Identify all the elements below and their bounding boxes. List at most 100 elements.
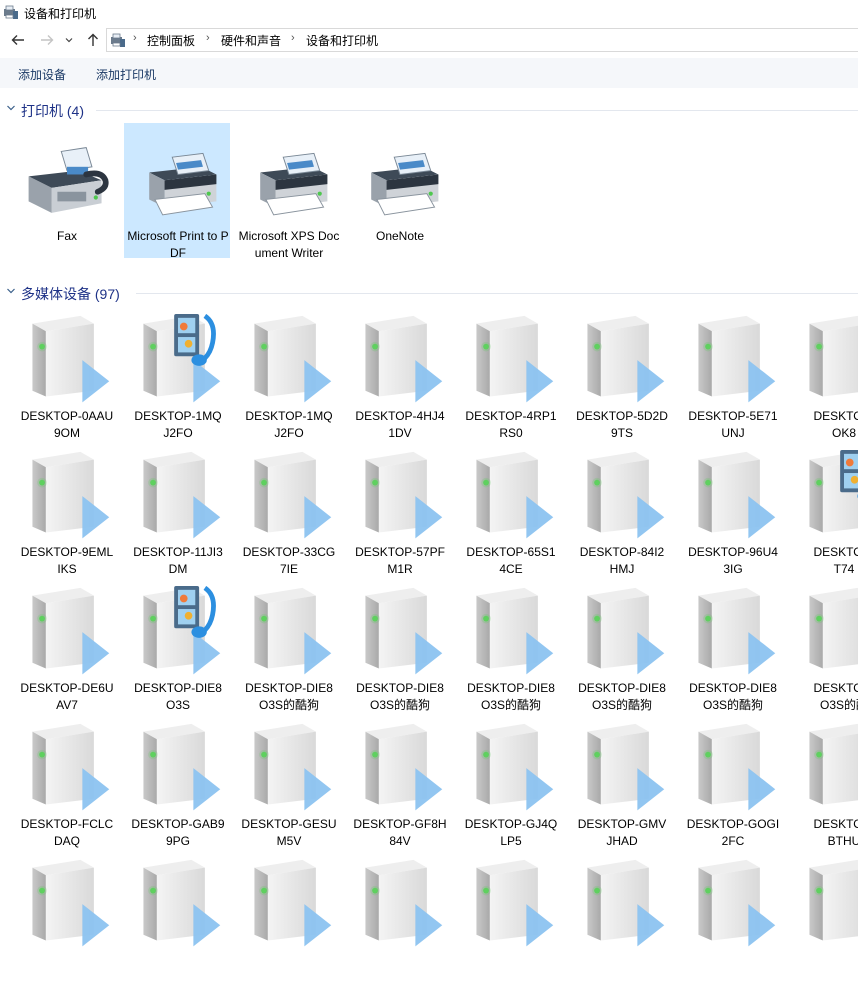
- play-icon: [637, 360, 665, 403]
- media-device-item[interactable]: [680, 858, 786, 988]
- printer-item[interactable]: Fax: [14, 130, 120, 270]
- media-server-icon: [476, 451, 554, 539]
- multimedia-group-header[interactable]: 多媒体设备 (97): [0, 283, 858, 303]
- device-label: DESKTOP-DE6U AV7: [20, 681, 114, 712]
- play-icon: [637, 768, 665, 811]
- media-device-item[interactable]: DESKTOP-0AAU 9OM: [14, 314, 120, 444]
- play-icon: [748, 360, 776, 403]
- media-device-item[interactable]: DESKTOP- BTHU: [791, 722, 858, 852]
- media-device-item[interactable]: [236, 858, 342, 988]
- play-icon: [526, 632, 554, 675]
- media-device-item[interactable]: DESKTOP-GJ4Q LP5: [458, 722, 564, 852]
- media-device-item[interactable]: DESKTOP-GF8H 84V: [347, 722, 453, 852]
- play-icon: [748, 904, 776, 947]
- media-device-item[interactable]: DESKTOP-DIE8 O3S的酷狗: [569, 586, 675, 716]
- chevron-down-icon[interactable]: [6, 103, 16, 113]
- breadcrumb-hardware-sound[interactable]: 硬件和声音: [221, 32, 281, 49]
- media-server-icon: [143, 451, 221, 539]
- printers-group-header[interactable]: 打印机 (4): [0, 100, 858, 120]
- media-device-item[interactable]: DESKTOP-96U4 3IG: [680, 450, 786, 580]
- media-device-item[interactable]: DESKTOP-1MQ J2FO: [125, 314, 231, 444]
- media-device-item[interactable]: DESKTOP-GAB9 9PG: [125, 722, 231, 852]
- back-button[interactable]: [8, 30, 28, 50]
- media-device-item[interactable]: DESKTOP-GESU M5V: [236, 722, 342, 852]
- recent-locations-button[interactable]: [62, 30, 76, 50]
- device-label: DESKTOP-33CG 7IE: [242, 545, 336, 576]
- media-device-item[interactable]: DESKTOP-4HJ4 1DV: [347, 314, 453, 444]
- printer-item[interactable]: Microsoft Print to PDF: [124, 123, 231, 270]
- chevron-right-icon[interactable]: ›: [206, 32, 210, 44]
- add-printer-button[interactable]: 添加打印机: [96, 66, 156, 83]
- device-label: DESKTOP-GF8H 84V: [353, 817, 447, 848]
- fax-icon: [28, 147, 109, 213]
- add-device-button[interactable]: 添加设备: [18, 66, 66, 83]
- play-icon: [748, 496, 776, 539]
- media-device-item[interactable]: [347, 858, 453, 988]
- group-divider: [136, 293, 858, 294]
- media-device-item[interactable]: DESKTOP-65S1 4CE: [458, 450, 564, 580]
- media-device-item[interactable]: DESKTOP-DIE8 O3S的酷狗: [236, 586, 342, 716]
- media-device-item[interactable]: DESKTOP-DIE8 O3S: [125, 586, 231, 716]
- chevron-down-icon[interactable]: [6, 286, 16, 296]
- device-label: DESKTOP-GJ4Q LP5: [464, 817, 558, 848]
- command-bar: 添加设备 添加打印机: [0, 58, 858, 88]
- media-device-item[interactable]: DESKTOP-4RP1 RS0: [458, 314, 564, 444]
- printer-item[interactable]: OneNote: [347, 130, 453, 270]
- media-device-item[interactable]: DESKTOP-5D2D 9TS: [569, 314, 675, 444]
- media-device-item[interactable]: DESKTOP-GMV JHAD: [569, 722, 675, 852]
- media-device-item[interactable]: DESKTOP-1MQ J2FO: [236, 314, 342, 444]
- media-device-item[interactable]: [125, 858, 231, 988]
- media-device-item[interactable]: DESKTOP-84I2 HMJ: [569, 450, 675, 580]
- breadcrumb-control-panel[interactable]: 控制面板: [147, 32, 195, 49]
- media-device-item[interactable]: DESKTOP- T74: [791, 450, 858, 580]
- media-device-item[interactable]: DESKTOP- O3S的酷: [791, 586, 858, 716]
- chevron-right-icon[interactable]: ›: [291, 32, 295, 44]
- media-device-item[interactable]: DESKTOP-5E71 UNJ: [680, 314, 786, 444]
- chevron-down-icon: [65, 38, 73, 43]
- media-device-item[interactable]: DESKTOP-9EML IKS: [14, 450, 120, 580]
- media-device-item[interactable]: DESKTOP-33CG 7IE: [236, 450, 342, 580]
- printer-item[interactable]: Microsoft XPS Document Writer: [236, 130, 342, 270]
- media-device-item[interactable]: DESKTOP-FCLC DAQ: [14, 722, 120, 852]
- media-server-icon: [809, 587, 858, 669]
- media-device-item[interactable]: DESKTOP- OK8: [791, 314, 858, 444]
- media-server-icon: [587, 723, 665, 811]
- device-label: DESKTOP-1MQ J2FO: [134, 409, 222, 440]
- device-label: DESKTOP- T74: [813, 545, 858, 576]
- device-label: DESKTOP-4HJ4 1DV: [355, 409, 445, 440]
- play-icon: [748, 632, 776, 675]
- media-device-item[interactable]: DESKTOP-11JI3 DM: [125, 450, 231, 580]
- device-label: DESKTOP-9EML IKS: [20, 545, 114, 576]
- device-label: DESKTOP-1MQ J2FO: [245, 409, 333, 440]
- media-server-icon: [143, 723, 221, 811]
- play-icon: [82, 632, 110, 675]
- device-label: DESKTOP-DIE8 O3S的酷狗: [467, 681, 555, 712]
- navigation-bar: › 控制面板 › 硬件和声音 › 设备和打印机: [0, 26, 858, 54]
- media-device-item[interactable]: [569, 858, 675, 988]
- window-title: 设备和打印机: [24, 7, 97, 21]
- breadcrumb-devices-printers[interactable]: 设备和打印机: [306, 32, 378, 49]
- media-server-icon: [698, 315, 776, 403]
- printer-icon: [149, 152, 217, 216]
- chevron-right-icon[interactable]: ›: [133, 32, 137, 44]
- media-server-icon: [254, 315, 332, 403]
- media-device-item[interactable]: DESKTOP-DIE8 O3S的酷狗: [458, 586, 564, 716]
- play-icon: [304, 768, 332, 811]
- media-device-item[interactable]: DESKTOP-DIE8 O3S的酷狗: [347, 586, 453, 716]
- address-bar[interactable]: › 控制面板 › 硬件和声音 › 设备和打印机: [106, 28, 858, 52]
- group-divider: [96, 110, 858, 111]
- media-device-item[interactable]: DESKTOP-GOGI 2FC: [680, 722, 786, 852]
- media-device-item[interactable]: [14, 858, 120, 988]
- play-icon: [82, 360, 110, 403]
- play-icon: [526, 768, 554, 811]
- media-device-item[interactable]: DESKTOP-DIE8 O3S的酷狗: [680, 586, 786, 716]
- media-device-item[interactable]: DESKTOP-DE6U AV7: [14, 586, 120, 716]
- device-label: DESKTOP-96U4 3IG: [688, 545, 778, 576]
- media-device-item[interactable]: [791, 858, 858, 988]
- up-button[interactable]: [83, 30, 103, 50]
- media-device-item[interactable]: DESKTOP-57PF M1R: [347, 450, 453, 580]
- media-server-icon: [365, 723, 443, 811]
- forward-button[interactable]: [37, 30, 57, 50]
- media-library-icon: [143, 586, 221, 675]
- media-device-item[interactable]: [458, 858, 564, 988]
